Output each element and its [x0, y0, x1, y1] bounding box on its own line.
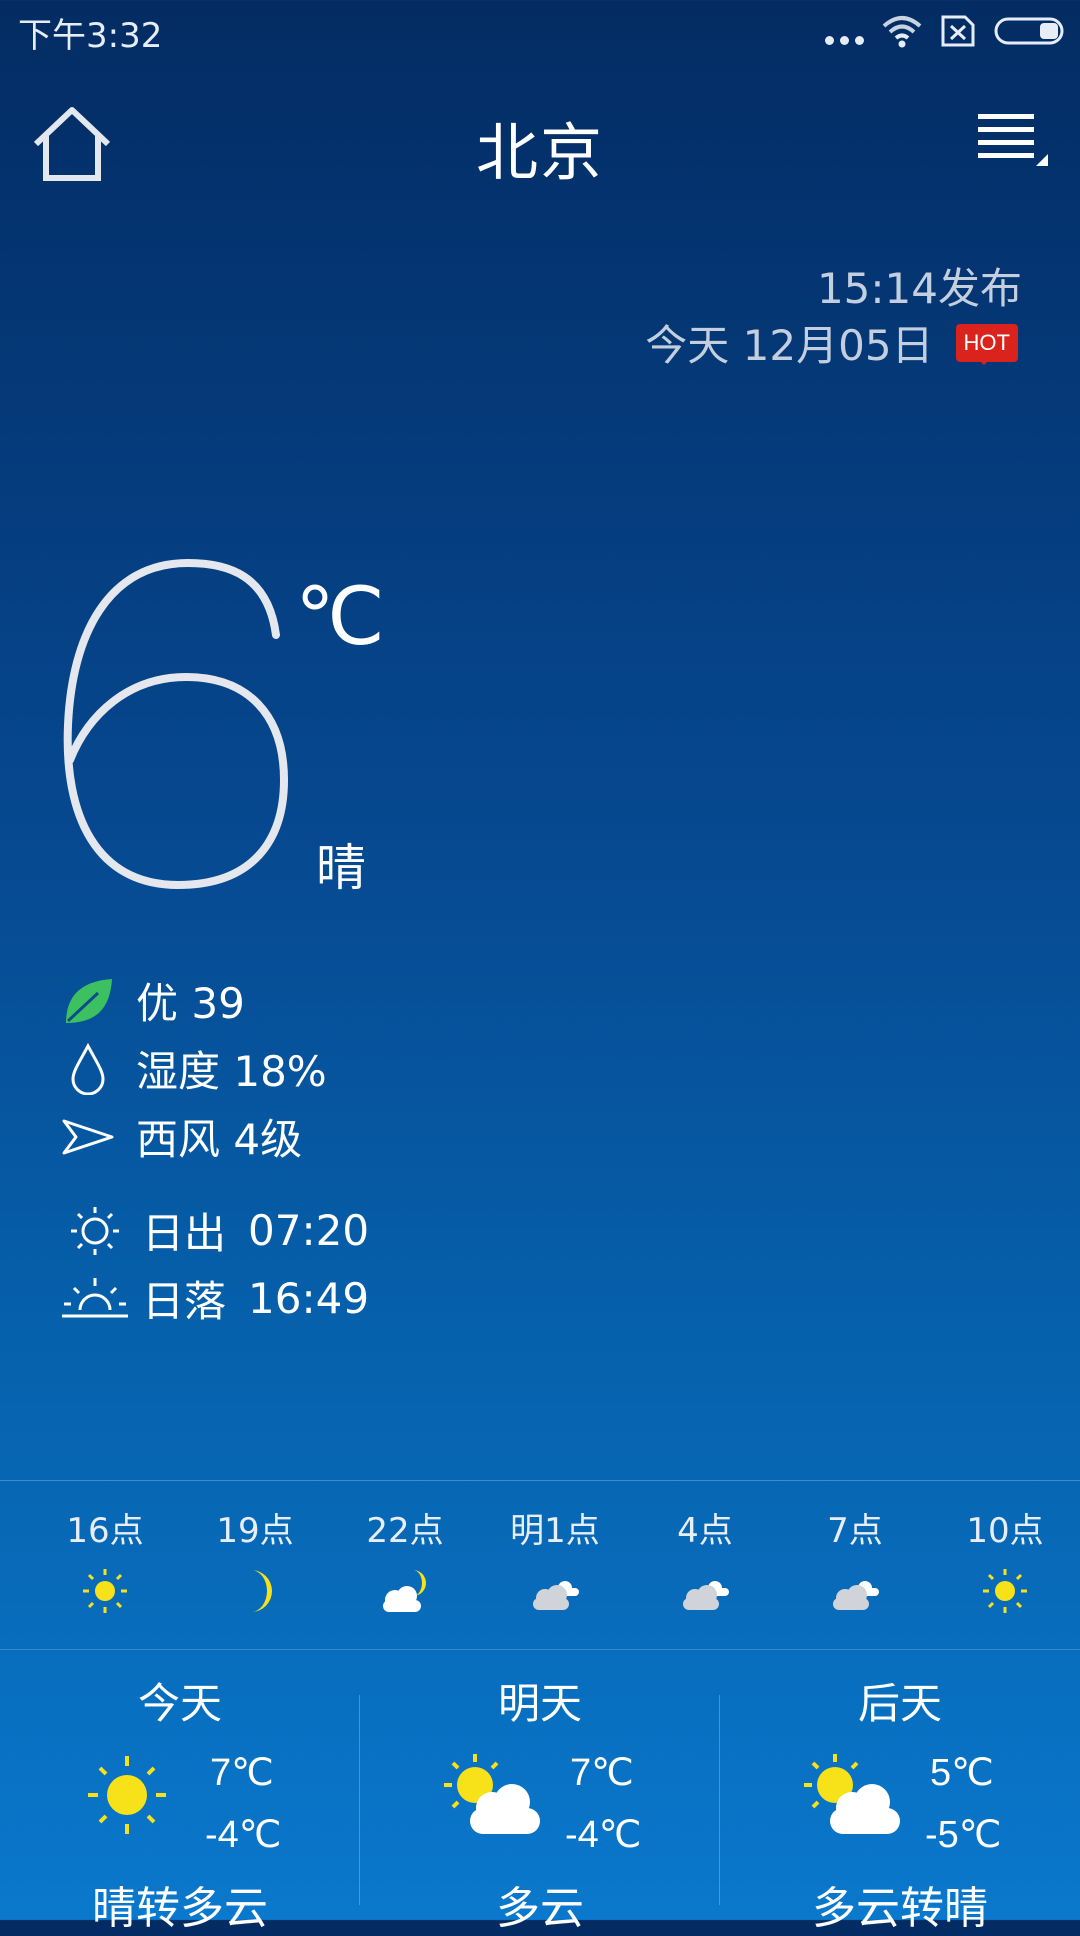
- date-row: 今天 12月05日 HOT: [645, 312, 1018, 373]
- moon-cloud-icon: [383, 1570, 426, 1612]
- more-dots-icon: [825, 35, 864, 45]
- status-time: 下午3:32: [18, 16, 163, 56]
- droplet-icon: [60, 1041, 116, 1097]
- day-item-today[interactable]: 今天 7℃ -4℃ 晴转多云: [0, 1650, 360, 1934]
- wind-direction-icon: [60, 1109, 116, 1165]
- sunset-icon: [60, 1271, 130, 1327]
- hour-label: 10点: [966, 1511, 1044, 1551]
- hour-item: 7点: [780, 1503, 930, 1625]
- hour-label: 4点: [677, 1511, 733, 1551]
- hour-item: 19点: [180, 1503, 330, 1625]
- day-condition: 多云: [496, 1883, 584, 1934]
- sim-x-icon: [941, 15, 975, 47]
- sunrise-label: 日出: [142, 1209, 227, 1258]
- temperature-unit: ℃: [295, 572, 385, 661]
- day-label: 后天: [857, 1679, 942, 1728]
- hot-badge[interactable]: HOT: [955, 323, 1018, 365]
- sunrise-row: 日出 07:20: [60, 1200, 369, 1261]
- hour-item: 22点: [330, 1503, 480, 1625]
- sunrise-time: 07:20: [248, 1206, 370, 1255]
- hour-item: 10点: [930, 1503, 1080, 1625]
- day-low: -4℃: [565, 1814, 642, 1856]
- day-high: 7℃: [570, 1752, 634, 1794]
- day-low: -5℃: [925, 1814, 1002, 1856]
- humidity-text: 湿度 18%: [136, 1047, 327, 1096]
- humidity-row: 湿度 18%: [60, 1038, 327, 1099]
- sun-icon: [83, 1569, 127, 1613]
- sunset-row: 日落 16:49: [60, 1268, 369, 1329]
- publish-time: 15:14发布: [816, 264, 1022, 313]
- wifi-icon: [882, 16, 922, 48]
- day-item-after-tomorrow[interactable]: 后天 5℃ -5℃ 多云转晴: [720, 1650, 1080, 1934]
- hour-label: 7点: [827, 1511, 883, 1551]
- wind-row: 西风 4级: [60, 1106, 302, 1167]
- sun-cloud-icon: [444, 1754, 540, 1834]
- day-label: 今天: [137, 1679, 222, 1728]
- city-title[interactable]: 北京: [0, 102, 1080, 192]
- sunset-label: 日落: [142, 1277, 227, 1326]
- status-icons: [825, 14, 1066, 48]
- hour-item: 明1点: [480, 1503, 630, 1625]
- hour-label: 明1点: [510, 1511, 600, 1551]
- day-condition: 晴转多云: [92, 1883, 268, 1934]
- sunset-time: 16:49: [248, 1274, 370, 1323]
- hour-label: 19点: [216, 1511, 294, 1551]
- sunrise-icon: [60, 1203, 130, 1259]
- leaf-icon: [60, 973, 116, 1029]
- day-high: 5℃: [930, 1752, 994, 1794]
- hour-label: 22点: [366, 1511, 444, 1551]
- day-high: 7℃: [210, 1752, 274, 1794]
- hour-item: 16点: [30, 1503, 180, 1625]
- sun-icon: [983, 1569, 1027, 1613]
- sun-icon: [88, 1756, 166, 1834]
- aqi-row[interactable]: 优 39: [60, 970, 245, 1031]
- day-item-tomorrow[interactable]: 明天 7℃ -4℃ 多云: [360, 1650, 720, 1934]
- big-temperature-digit: [63, 558, 289, 890]
- aqi-text: 优 39: [136, 979, 245, 1028]
- day-low: -4℃: [205, 1814, 282, 1856]
- hourly-forecast[interactable]: 16点 19点 22点 明1点 4点 7点 10点: [0, 1480, 1080, 1650]
- moon-icon: [251, 1570, 272, 1612]
- day-condition: 多云转晴: [812, 1883, 988, 1934]
- current-condition: 晴: [316, 839, 366, 897]
- date-text: 今天 12月05日: [645, 321, 934, 370]
- hour-label: 16点: [66, 1511, 144, 1551]
- cloud-icon: [683, 1581, 729, 1610]
- cloud-icon: [833, 1581, 879, 1610]
- cloud-icon: [533, 1581, 579, 1610]
- sun-cloud-icon: [804, 1754, 900, 1834]
- wind-text: 西风 4级: [136, 1115, 303, 1164]
- battery-icon: [994, 17, 1064, 45]
- menu-icon[interactable]: [974, 110, 1050, 172]
- hour-item: 4点: [630, 1503, 780, 1625]
- day-label: 明天: [497, 1679, 582, 1728]
- daily-forecast[interactable]: 今天 7℃ -4℃ 晴转多云 明天 7℃ -4℃ 多云 后天 5℃ -5℃ 多云…: [0, 1650, 1080, 1934]
